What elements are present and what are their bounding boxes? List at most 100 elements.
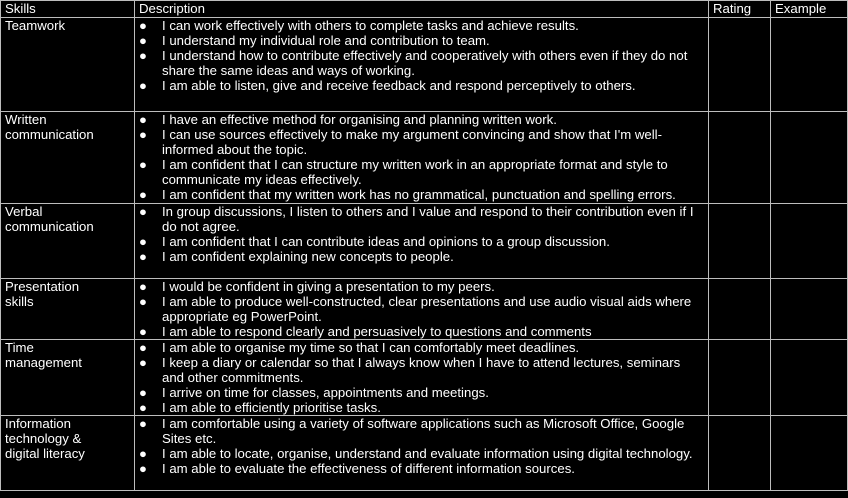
list-item: ● I am able to respond clearly and persua… xyxy=(139,324,705,339)
list-item: ● I understand my individual role and con… xyxy=(139,33,705,48)
list-item: ● I understand how to contribute effectiv… xyxy=(139,48,705,78)
table-row: Information technology & digital literac… xyxy=(0,415,848,491)
description-list: ● I am able to organise my time so that I… xyxy=(139,340,705,415)
item-text: I am confident that my written work has … xyxy=(162,187,676,202)
bullet-icon: ● xyxy=(139,78,147,93)
list-item: ● I am confident that my written work has… xyxy=(139,187,705,202)
header-skills: Skills xyxy=(0,0,135,18)
rating-cell[interactable] xyxy=(708,415,771,491)
item-text: I can use sources effectively to make my… xyxy=(162,127,662,157)
example-cell[interactable] xyxy=(770,17,848,112)
skill-name: Presentation skills xyxy=(5,279,80,309)
skill-cell: Teamwork xyxy=(0,17,135,112)
item-text: In group discussions, I listen to others… xyxy=(162,204,694,234)
bullet-icon: ● xyxy=(139,294,147,309)
description-cell: ● In group discussions, I listen to other… xyxy=(134,203,709,279)
description-list: ● In group discussions, I listen to other… xyxy=(139,204,705,264)
list-item: ● I am confident that I can contribute id… xyxy=(139,234,705,249)
list-item: ● I keep a diary or calendar so that I al… xyxy=(139,355,705,385)
item-text: I am able to organise my time so that I … xyxy=(162,340,580,355)
bullet-icon: ● xyxy=(139,157,147,172)
bullet-icon: ● xyxy=(139,340,147,355)
list-item: ● I am able to organise my time so that I… xyxy=(139,340,705,355)
list-item: ● I have an effective method for organisi… xyxy=(139,112,705,127)
bullet-icon: ● xyxy=(139,400,147,415)
bullet-icon: ● xyxy=(139,385,147,400)
example-cell[interactable] xyxy=(770,111,848,204)
list-item: ● I am confident explaining new concepts … xyxy=(139,249,705,264)
item-text: I have an effective method for organisin… xyxy=(162,112,557,127)
list-item: ● I am able to listen, give and receive f… xyxy=(139,78,705,93)
list-item: ● I am comfortable using a variety of sof… xyxy=(139,416,705,446)
bullet-icon: ● xyxy=(139,18,147,33)
rating-cell[interactable] xyxy=(708,339,771,416)
table-row: Written communication ● I have an effecti… xyxy=(0,111,848,204)
example-cell[interactable] xyxy=(770,203,848,279)
table-row: Verbal communication ● In group discussio… xyxy=(0,203,848,279)
bullet-icon: ● xyxy=(139,112,147,127)
list-item: ● I arrive on time for classes, appointme… xyxy=(139,385,705,400)
bullet-icon: ● xyxy=(139,48,147,63)
description-cell: ● I would be confident in giving a presen… xyxy=(134,278,709,340)
item-text: I am confident that I can structure my w… xyxy=(162,157,668,187)
rating-cell[interactable] xyxy=(708,203,771,279)
table-row: Time management ● I am able to organise m… xyxy=(0,339,848,416)
bullet-icon: ● xyxy=(139,33,147,48)
item-text: I am confident explaining new concepts t… xyxy=(162,249,454,264)
description-cell: ● I have an effective method for organisi… xyxy=(134,111,709,204)
item-text: I understand how to contribute effective… xyxy=(162,48,688,78)
skill-name: Information technology & digital literac… xyxy=(5,416,85,461)
skill-cell: Written communication xyxy=(0,111,135,204)
list-item: ● I am able to evaluate the effectiveness… xyxy=(139,461,705,476)
list-item: ● I can use sources effectively to make m… xyxy=(139,127,705,157)
description-cell: ● I am able to organise my time so that I… xyxy=(134,339,709,416)
header-example: Example xyxy=(770,0,848,18)
skill-cell: Information technology & digital literac… xyxy=(0,415,135,491)
list-item: ● I am able to produce well-constructed, … xyxy=(139,294,705,324)
item-text: I am able to efficiently prioritise task… xyxy=(162,400,381,415)
list-item: ● I am able to efficiently prioritise tas… xyxy=(139,400,705,415)
table-row: Teamwork ● I can work effectively with ot… xyxy=(0,17,848,112)
rating-cell[interactable] xyxy=(708,278,771,340)
list-item: ● I can work effectively with others to c… xyxy=(139,18,705,33)
rating-cell[interactable] xyxy=(708,17,771,112)
skill-name: Verbal communication xyxy=(5,204,94,234)
skill-cell: Presentation skills xyxy=(0,278,135,340)
bullet-icon: ● xyxy=(139,187,147,202)
item-text: I am able to respond clearly and persuas… xyxy=(162,324,592,339)
description-cell: ● I can work effectively with others to c… xyxy=(134,17,709,112)
bullet-icon: ● xyxy=(139,324,147,339)
skill-cell: Verbal communication xyxy=(0,203,135,279)
bullet-icon: ● xyxy=(139,446,147,461)
skill-name: Time management xyxy=(5,340,82,370)
item-text: I am able to listen, give and receive fe… xyxy=(162,78,636,93)
description-list: ● I have an effective method for organisi… xyxy=(139,112,705,202)
skills-table: Skills Description Rating Example Teamwo… xyxy=(0,0,848,491)
bullet-icon: ● xyxy=(139,234,147,249)
item-text: I am confident that I can contribute ide… xyxy=(162,234,610,249)
item-text: I arrive on time for classes, appointmen… xyxy=(162,385,489,400)
list-item: ● In group discussions, I listen to other… xyxy=(139,204,705,234)
list-item: ● I am confident that I can structure my … xyxy=(139,157,705,187)
example-cell[interactable] xyxy=(770,415,848,491)
example-cell[interactable] xyxy=(770,278,848,340)
header-rating: Rating xyxy=(708,0,771,18)
example-cell[interactable] xyxy=(770,339,848,416)
description-cell: ● I am comfortable using a variety of sof… xyxy=(134,415,709,491)
item-text: I am able to evaluate the effectiveness … xyxy=(162,461,575,476)
item-text: I understand my individual role and cont… xyxy=(162,33,490,48)
bullet-icon: ● xyxy=(139,204,147,219)
bullet-icon: ● xyxy=(139,279,147,294)
description-list: ● I am comfortable using a variety of sof… xyxy=(139,416,705,476)
header-description: Description xyxy=(134,0,709,18)
item-text: I would be confident in giving a present… xyxy=(162,279,495,294)
skill-name: Teamwork xyxy=(5,18,66,33)
item-text: I am able to produce well-constructed, c… xyxy=(162,294,692,324)
item-text: I can work effectively with others to co… xyxy=(162,18,579,33)
item-text: I am comfortable using a variety of soft… xyxy=(162,416,685,446)
skill-name: Written communication xyxy=(5,112,94,142)
item-text: I keep a diary or calendar so that I alw… xyxy=(162,355,681,385)
item-text: I am able to locate, organise, understan… xyxy=(162,446,693,461)
rating-cell[interactable] xyxy=(708,111,771,204)
table-row: Presentation skills ● I would be confiden… xyxy=(0,278,848,340)
